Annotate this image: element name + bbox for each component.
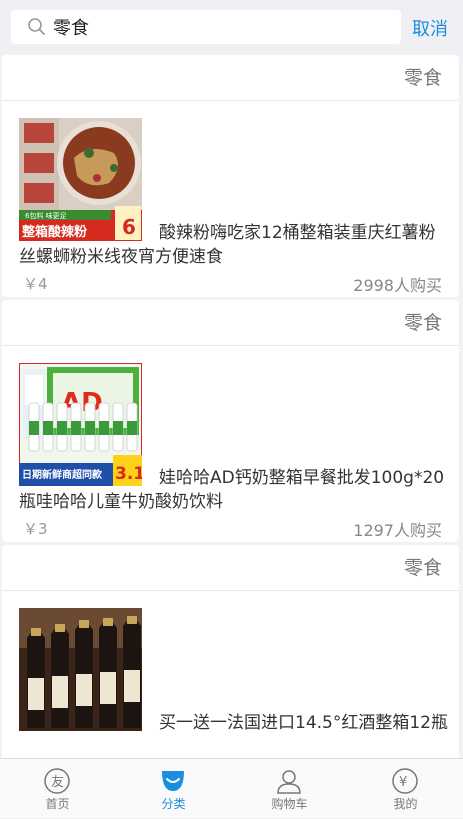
divider bbox=[2, 345, 459, 346]
product-category: 零食 bbox=[403, 557, 442, 579]
tab-category[interactable]: 分类 bbox=[116, 759, 231, 819]
tab-label: 分类 bbox=[161, 797, 186, 811]
product-title[interactable]: 买一送一法国进口14.5°红酒整箱12瓶 bbox=[19, 711, 449, 735]
product-list: 零食 6包料 味更足 整箱酸辣粉 6 酸辣粉嗨吃家12桶整箱装重庆红薯粉丝螺蛳粉… bbox=[0, 55, 463, 758]
search-icon bbox=[28, 18, 45, 35]
home-icon: 友 bbox=[44, 768, 70, 794]
search-input[interactable] bbox=[53, 14, 383, 40]
product-card[interactable]: 零食 AD 日期新鲜商超同款 3.1 娃哈哈AD钙奶整箱早餐批发100g*20瓶… bbox=[2, 300, 459, 542]
product-title[interactable]: 酸辣粉嗨吃家12桶整箱装重庆红薯粉丝螺蛳粉米线夜宵方便速食 bbox=[19, 221, 449, 269]
tab-profile[interactable]: ¥ 我的 bbox=[348, 759, 463, 819]
svg-text:6包料 味更足: 6包料 味更足 bbox=[25, 211, 67, 220]
product-sold-count: 2998人购买 bbox=[353, 276, 442, 295]
divider bbox=[2, 590, 459, 591]
product-card[interactable]: 零食 6包料 味更足 整箱酸辣粉 6 酸辣粉嗨吃家12桶整箱装重庆红薯粉丝螺蛳粉… bbox=[2, 55, 459, 297]
bottom-tab-bar: 友 首页 分类 购物车 ¥ 我的 bbox=[0, 758, 463, 818]
tab-label: 购物车 bbox=[271, 797, 308, 811]
cart-icon bbox=[277, 770, 301, 794]
product-price: ￥3 bbox=[23, 520, 48, 538]
divider bbox=[2, 100, 459, 101]
product-category: 零食 bbox=[403, 67, 442, 89]
tab-label: 首页 bbox=[45, 797, 70, 811]
search-box[interactable] bbox=[11, 10, 401, 44]
tab-cart[interactable]: 购物车 bbox=[232, 759, 347, 819]
svg-text:友: 友 bbox=[51, 774, 64, 790]
product-card[interactable]: 零食 买一送一法国进口14.5°红酒整箱12瓶 bbox=[2, 545, 459, 758]
product-category: 零食 bbox=[403, 312, 442, 334]
product-sold-count: 1297人购买 bbox=[353, 521, 442, 540]
cancel-button[interactable]: 取消 bbox=[412, 15, 448, 41]
product-title[interactable]: 娃哈哈AD钙奶整箱早餐批发100g*20瓶哇哈哈儿童牛奶酸奶饮料 bbox=[19, 466, 449, 514]
search-bar: 取消 bbox=[0, 0, 463, 55]
svg-text:¥: ¥ bbox=[399, 775, 407, 790]
tab-home[interactable]: 友 首页 bbox=[0, 759, 115, 819]
product-price: ￥4 bbox=[23, 275, 48, 293]
category-icon bbox=[162, 771, 184, 791]
tab-label: 我的 bbox=[393, 797, 418, 811]
profile-icon: ¥ bbox=[392, 768, 418, 794]
